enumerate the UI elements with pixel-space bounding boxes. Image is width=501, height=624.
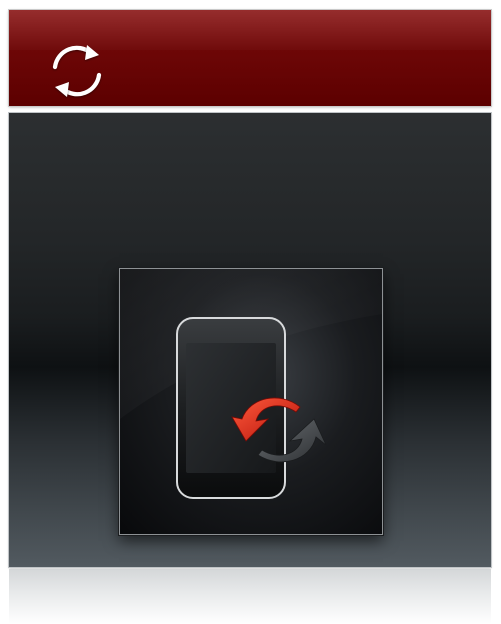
sync-icon <box>52 45 102 97</box>
floor-reflection <box>9 569 491 624</box>
content-panel <box>9 113 491 567</box>
app-window <box>0 0 501 624</box>
sync-button[interactable] <box>43 40 111 102</box>
phone-sync-tile[interactable] <box>119 268 383 535</box>
phone-sync-icon <box>120 269 382 499</box>
header-bar <box>9 10 491 106</box>
